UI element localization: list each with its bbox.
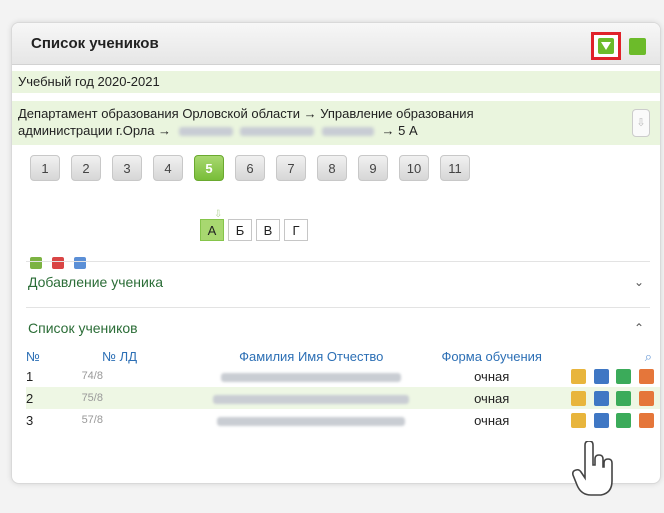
grade-5[interactable]: 5 <box>194 155 224 181</box>
table-row: 3 57/8 очная <box>26 409 660 431</box>
breadcrumb-line2-prefix: администрации г.Орла → <box>18 123 172 138</box>
search-icon[interactable]: ⌕ <box>645 349 652 364</box>
add-student-section[interactable]: Добавление ученика ⌄ <box>26 261 650 301</box>
edit-icon[interactable] <box>571 413 587 429</box>
redacted-text <box>178 127 233 137</box>
expand-icon[interactable] <box>629 37 646 55</box>
grade-10[interactable]: 10 <box>399 155 429 181</box>
redacted-text <box>321 127 374 137</box>
student-name[interactable] <box>217 416 406 426</box>
row-ld: 74/8 <box>81 370 103 382</box>
transfer-icon[interactable] <box>616 369 632 385</box>
table-row: 1 74/8 очная <box>26 365 660 387</box>
students-list-section[interactable]: Список учеников ⌃ <box>26 307 650 347</box>
row-ld: 57/8 <box>81 414 103 426</box>
student-name[interactable] <box>221 372 402 382</box>
chevron-up-icon[interactable]: ⌃ <box>634 321 644 335</box>
row-num: 3 <box>26 412 34 428</box>
row-form: очная <box>474 412 510 428</box>
grade-11[interactable]: 11 <box>440 155 470 181</box>
grade-4[interactable]: 4 <box>153 155 183 181</box>
letter-a[interactable]: А <box>200 219 224 241</box>
transfer-icon[interactable] <box>616 391 632 407</box>
breadcrumb-line1: Департамент образования Орловской област… <box>18 106 474 121</box>
row-form: очная <box>440 387 543 409</box>
class-letter-selector: А Б В Г <box>200 219 308 241</box>
card-icon[interactable] <box>593 369 609 385</box>
delete-icon[interactable] <box>639 413 654 429</box>
transfer-icon[interactable] <box>616 413 632 429</box>
card-icon[interactable] <box>593 413 609 429</box>
grade-2[interactable]: 2 <box>71 155 101 181</box>
students-list-title: Список учеников <box>28 319 138 336</box>
download-arrow-icon <box>598 38 614 54</box>
redacted-text <box>240 127 315 137</box>
grade-selector: 1 2 3 4 5 6 7 8 9 10 11 <box>30 155 660 181</box>
col-ld: № ЛД <box>102 349 138 364</box>
student-name[interactable] <box>213 394 410 404</box>
panel-header: Список учеников <box>12 23 660 65</box>
col-num: № <box>26 349 40 364</box>
grade-7[interactable]: 7 <box>276 155 306 181</box>
delete-icon[interactable] <box>639 369 654 385</box>
letter-b[interactable]: Б <box>228 219 252 241</box>
grade-9[interactable]: 9 <box>358 155 388 181</box>
edit-icon[interactable] <box>571 369 587 385</box>
school-year: Учебный год 2020-2021 <box>12 71 660 93</box>
grade-3[interactable]: 3 <box>112 155 142 181</box>
row-form: очная <box>474 368 510 384</box>
students-table: № № ЛД Фамилия Имя Отчество Форма обучен… <box>26 349 660 431</box>
chevron-down-icon[interactable]: ⌄ <box>634 275 644 289</box>
edit-icon[interactable] <box>571 391 587 407</box>
col-form: Форма обучения <box>441 349 542 364</box>
students-panel: Список учеников Учебный год 2020-2021 Де… <box>11 22 661 484</box>
row-num: 1 <box>26 368 34 384</box>
delete-icon[interactable] <box>639 391 654 407</box>
scroll-down-button[interactable]: ⇩ <box>632 109 650 137</box>
row-num: 2 <box>26 387 58 409</box>
letter-v[interactable]: В <box>256 219 280 241</box>
grade-6[interactable]: 6 <box>235 155 265 181</box>
table-row: 2 75/8 очная <box>26 387 660 409</box>
letter-g[interactable]: Г <box>284 219 308 241</box>
pointer-hand-icon <box>572 441 613 496</box>
card-icon[interactable] <box>593 391 609 407</box>
breadcrumb-line2-suffix: → 5 А <box>381 123 418 138</box>
download-button[interactable] <box>591 32 621 60</box>
grade-1[interactable]: 1 <box>30 155 60 181</box>
panel-title: Список учеников <box>31 35 159 52</box>
org-breadcrumb: Департамент образования Орловской област… <box>12 101 660 145</box>
grade-8[interactable]: 8 <box>317 155 347 181</box>
add-student-title: Добавление ученика <box>28 273 164 290</box>
col-name: Фамилия Имя Отчество <box>239 349 384 364</box>
row-ld: 75/8 <box>57 387 182 409</box>
